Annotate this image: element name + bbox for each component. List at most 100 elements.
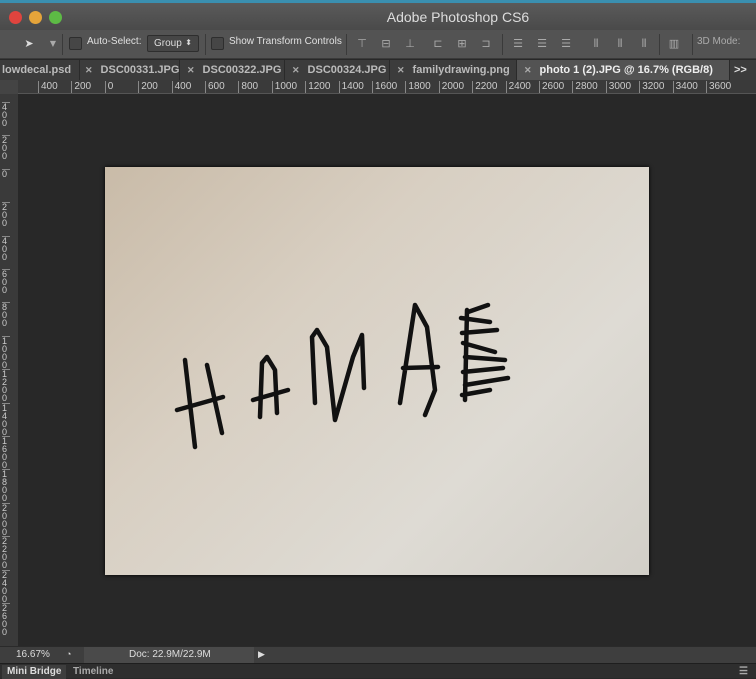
distribute-bottom-icon[interactable]: ☰: [559, 37, 573, 51]
ruler-label: 2200: [2, 536, 10, 570]
tab-dsc00322[interactable]: ✕ DSC00322.JPG: [180, 60, 285, 80]
auto-select-label: Auto-Select:: [87, 36, 142, 47]
ruler-origin[interactable]: [0, 80, 18, 94]
auto-select-value: Group: [154, 38, 182, 49]
status-menu-arrow-icon[interactable]: ▶: [258, 649, 265, 660]
distribute-right-icon[interactable]: ⫴: [637, 37, 651, 51]
ruler-label: 2400: [2, 569, 10, 603]
align-top-icon[interactable]: ⊤: [355, 37, 369, 51]
panel-menu-icon[interactable]: ☰: [734, 665, 753, 679]
ruler-label: 2600: [539, 81, 564, 93]
distribute-top-icon[interactable]: ☰: [511, 37, 525, 51]
ruler-label: 800: [238, 81, 258, 93]
document-tabs: lowdecal.psd ✕ DSC00331.JPG ✕ DSC00322.JPG…: [0, 60, 756, 80]
letter-m: [309, 327, 367, 423]
ruler-label: 2200: [472, 81, 497, 93]
ruler-label: 800: [2, 302, 10, 328]
distribute-left-icon[interactable]: ⫴: [589, 37, 603, 51]
align-right-icon[interactable]: ⊐: [479, 37, 493, 51]
tab-label: familydrawing.png: [412, 64, 510, 76]
ruler-label: 400: [38, 81, 58, 93]
distribute-hcenter-icon[interactable]: ⫴: [613, 37, 627, 51]
ruler-label: 1400: [2, 402, 10, 436]
3d-mode-label: 3D Mode:: [697, 36, 741, 47]
divider: [659, 34, 660, 55]
doc-size: Doc: 22.9M/22.9M: [129, 649, 211, 660]
close-tab-icon[interactable]: ✕: [85, 65, 93, 75]
ruler-label: 0: [104, 81, 113, 93]
align-bottom-icon[interactable]: ⊥: [403, 37, 417, 51]
tab-familydrawing[interactable]: ✕ familydrawing.png: [390, 60, 517, 80]
divider: [692, 34, 693, 55]
letter-e: [458, 302, 511, 403]
show-transform-label: Show Transform Controls: [229, 36, 342, 47]
ruler-label: 3200: [639, 81, 664, 93]
divider: [62, 34, 63, 55]
ruler-label: 1000: [271, 81, 297, 93]
ruler-label: 1600: [372, 81, 397, 93]
ruler-label: 3000: [605, 81, 631, 93]
ruler-label: 400: [2, 102, 10, 128]
tab-lowdecal[interactable]: lowdecal.psd: [0, 60, 80, 80]
proof-icon[interactable]: ◔: [66, 649, 71, 659]
ruler-label: 400: [171, 81, 191, 93]
letter-a: [250, 354, 291, 420]
ruler-label: 2400: [505, 81, 531, 93]
tab-label: DSC00322.JPG: [202, 64, 282, 76]
auto-align-icon[interactable]: ▥: [667, 37, 681, 51]
divider: [346, 34, 347, 55]
vertical-ruler[interactable]: 400 200 0 200 400 600 800 1000 1200 1400 1600 1800 2…: [0, 94, 18, 646]
ruler-label: 1000: [2, 335, 10, 369]
zoom-level[interactable]: 16.67%: [16, 649, 50, 660]
show-transform-checkbox[interactable]: [211, 37, 224, 50]
close-tab-icon[interactable]: ✕: [397, 65, 405, 75]
divider: [205, 34, 206, 55]
tab-dsc00331[interactable]: ✕ DSC00331.JPG: [80, 60, 180, 80]
tool-preset-dropdown-icon[interactable]: ▼: [46, 37, 60, 51]
align-left-icon[interactable]: ⊏: [431, 37, 445, 51]
tabs-overflow-button[interactable]: >>: [734, 60, 756, 80]
panel-tabs: Mini Bridge Timeline ☰: [0, 663, 756, 679]
ruler-label: 3600: [706, 81, 731, 93]
ruler-label: 1200: [2, 369, 10, 403]
ruler-label: 2600: [2, 603, 10, 637]
tab-photo-1-2[interactable]: ✕ photo 1 (2).JPG @ 16.7% (RGB/8): [517, 60, 730, 80]
close-tab-icon[interactable]: ✕: [292, 65, 300, 75]
ruler-label: 1400: [338, 81, 364, 93]
options-bar: ➤ ▼ Auto-Select: Group ⬍ Show Transform C…: [0, 30, 756, 59]
horizontal-ruler[interactable]: 400 200 0 200 400 600 800 1000 1200 1400 1600 1800 2…: [18, 80, 756, 94]
align-hcenter-icon[interactable]: ⊞: [455, 37, 469, 51]
align-vcenter-icon[interactable]: ⊟: [379, 37, 393, 51]
auto-select-dropdown[interactable]: Group ⬍: [147, 35, 199, 52]
tab-dsc00324[interactable]: ✕ DSC00324.JPG: [285, 60, 390, 80]
tab-mini-bridge[interactable]: Mini Bridge: [2, 665, 67, 679]
title-bar: Adobe Photoshop CS6: [0, 0, 756, 30]
ruler-label: 2000: [438, 81, 464, 93]
ruler-label: 600: [205, 81, 225, 93]
ruler-label: 2000: [2, 502, 10, 536]
handwriting-drawing: [174, 302, 511, 450]
letter-a: [397, 302, 441, 418]
auto-select-checkbox[interactable]: [69, 37, 82, 50]
ruler-label: 200: [71, 81, 91, 93]
tab-label: lowdecal.psd: [2, 64, 72, 76]
window-title: Adobe Photoshop CS6: [386, 9, 530, 25]
ruler-label: 1800: [405, 81, 431, 93]
ruler-label: 200: [2, 135, 10, 161]
status-bar: 16.67% ◔ Doc: 22.9M/22.9M ▶: [0, 646, 756, 663]
move-tool-icon[interactable]: ➤: [22, 37, 36, 51]
close-tab-icon[interactable]: ✕: [524, 65, 532, 75]
ruler-label: 1600: [2, 436, 10, 470]
ruler-label: 0: [2, 168, 10, 178]
document-image[interactable]: [105, 167, 649, 575]
letter-h: [174, 357, 226, 450]
close-tab-icon[interactable]: ✕: [187, 65, 195, 75]
tab-label: DSC00324.JPG: [307, 64, 387, 76]
ruler-label: 1200: [305, 81, 330, 93]
ruler-label: 600: [2, 269, 10, 295]
distribute-vcenter-icon[interactable]: ☰: [535, 37, 549, 51]
tab-label: photo 1 (2).JPG @ 16.7% (RGB/8): [539, 64, 713, 76]
divider: [502, 34, 503, 55]
tab-timeline[interactable]: Timeline: [68, 665, 118, 679]
ruler-label: 200: [2, 202, 10, 228]
